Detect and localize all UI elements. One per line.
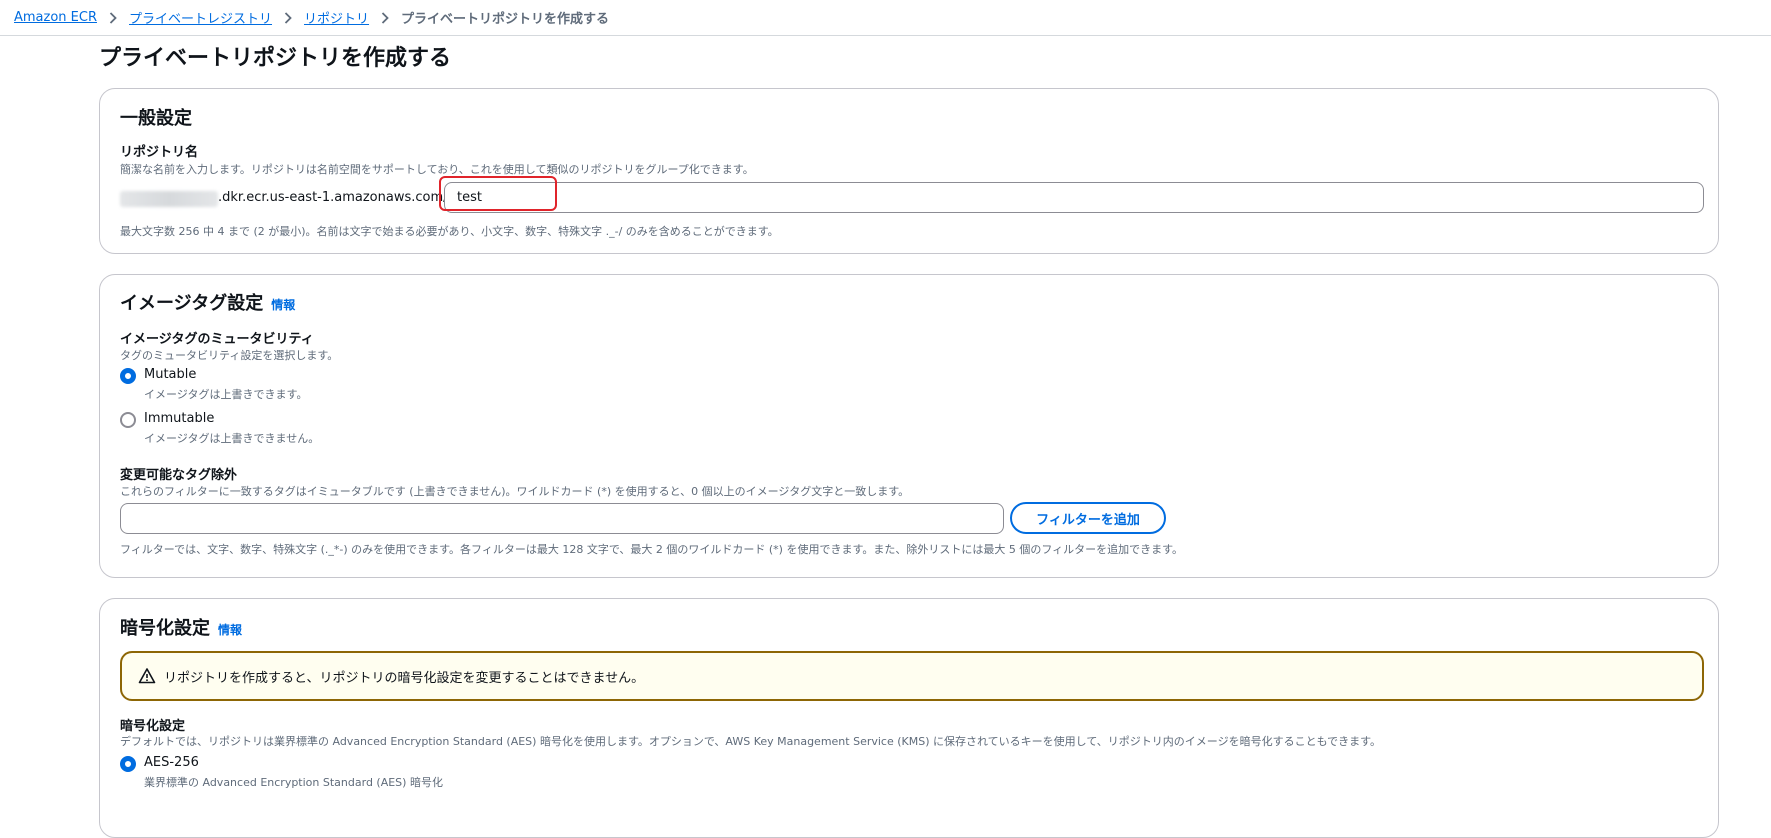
encryption-info-link[interactable]: 情報 [218, 621, 242, 638]
encryption-setting-label: 暗号化設定 [120, 719, 186, 734]
repo-name-description: 簡潔な名前を入力します。リポジトリは名前空間をサポートしており、これを使用して類… [120, 163, 754, 176]
encryption-warning-text: リポジトリを作成すると、リポジトリの暗号化設定を変更することはできません。 [164, 670, 645, 686]
radio-mutable[interactable]: Mutable イメージタグは上書きできます。 [120, 367, 307, 402]
radio-immutable-control[interactable] [120, 412, 136, 428]
tag-mutability-label: イメージタグのミュータビリティ [120, 332, 314, 347]
encryption-setting-description: デフォルトでは、リポジトリは業界標準の Advanced Encryption … [120, 735, 1382, 748]
radio-immutable-label: Immutable [144, 411, 215, 426]
encryption-settings-panel: 暗号化設定 情報 リポジトリを作成すると、リポジトリの暗号化設定を変更することは… [99, 598, 1719, 838]
tag-exclusion-description: これらのフィルターに一致するタグはイミュータブルです (上書きできません)。ワイ… [120, 485, 910, 498]
breadcrumb-current: プライベートリポジトリを作成する [401, 12, 610, 27]
radio-mutable-description: イメージタグは上書きできます。 [144, 388, 308, 401]
tag-filter-hint: フィルターでは、文字、数字、特殊文字 (._*-) のみを使用できます。各フィル… [120, 543, 1184, 556]
chevron-right-icon [381, 11, 389, 24]
general-settings-panel: 一般設定 リポジトリ名 簡潔な名前を入力します。リポジトリは名前空間をサポートし… [99, 88, 1719, 254]
repo-uri-row: .dkr.ecr.us-east-1.amazonaws.com/ [120, 176, 1704, 214]
image-tag-settings-panel: イメージタグ設定 情報 イメージタグのミュータビリティ タグのミュータビリティ設… [99, 274, 1719, 578]
radio-aes-256[interactable]: AES-256 業界標準の Advanced Encryption Standa… [120, 755, 443, 790]
repo-name-input[interactable] [444, 182, 1704, 213]
general-settings-heading: 一般設定 [120, 108, 192, 129]
repo-name-label: リポジトリ名 [120, 145, 199, 160]
account-id-redacted [120, 191, 218, 207]
chevron-right-icon [109, 11, 117, 24]
breadcrumb: Amazon ECR プライベートレジストリ リポジトリ プライベートリポジトリ… [0, 0, 1771, 36]
encryption-warning-alert: リポジトリを作成すると、リポジトリの暗号化設定を変更することはできません。 [120, 651, 1704, 701]
page-title: プライベートリポジトリを作成する [99, 46, 452, 71]
encryption-settings-heading: 暗号化設定 [120, 618, 210, 639]
repo-name-constraint: 最大文字数 256 中 4 まで (2 が最小)。名前は文字で始まる必要があり、… [120, 225, 779, 238]
general-settings-title: 一般設定 [120, 104, 192, 130]
tag-mutability-description: タグのミュータビリティ設定を選択します。 [120, 349, 339, 362]
encryption-settings-title: 暗号化設定 情報 [120, 614, 242, 640]
breadcrumb-item-repositories[interactable]: リポジトリ [304, 8, 369, 27]
repo-uri-prefix: .dkr.ecr.us-east-1.amazonaws.com/ [218, 190, 448, 205]
tag-exclusion-label: 変更可能なタグ除外 [120, 468, 238, 483]
image-tag-settings-title: イメージタグ設定 情報 [120, 289, 295, 315]
breadcrumb-item-amazon-ecr[interactable]: Amazon ECR [14, 10, 97, 25]
breadcrumb-item-private-registry[interactable]: プライベートレジストリ [129, 8, 272, 27]
radio-mutable-label: Mutable [144, 367, 197, 382]
radio-aes-256-control[interactable] [120, 756, 136, 772]
radio-mutable-control[interactable] [120, 368, 136, 384]
chevron-right-icon [284, 11, 292, 24]
image-tag-info-link[interactable]: 情報 [271, 296, 295, 313]
tag-filter-input[interactable] [120, 503, 1004, 534]
radio-aes-256-description: 業界標準の Advanced Encryption Standard (AES)… [144, 776, 443, 789]
add-filter-button[interactable]: フィルターを追加 [1010, 502, 1166, 534]
image-tag-settings-heading: イメージタグ設定 [120, 293, 264, 314]
warning-icon [138, 667, 156, 685]
radio-immutable[interactable]: Immutable イメージタグは上書きできません。 [120, 411, 319, 446]
radio-immutable-description: イメージタグは上書きできません。 [144, 432, 320, 445]
radio-aes-256-label: AES-256 [144, 755, 199, 770]
